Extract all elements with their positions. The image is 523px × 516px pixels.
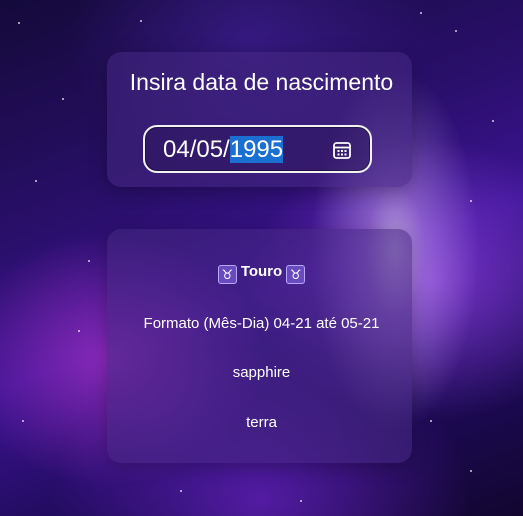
taurus-icon: ♉ <box>286 265 306 284</box>
zodiac-sign-name: Touro <box>240 263 283 280</box>
zodiac-element: terra <box>246 414 277 431</box>
zodiac-date-range: Formato (Mês-Dia) 04-21 até 05-21 <box>143 315 380 332</box>
zodiac-sign-heading: ♉ Touro ♉ <box>0 263 523 284</box>
taurus-icon: ♉ <box>217 265 237 284</box>
birthdate-value[interactable]: 04/05/1995 <box>163 136 284 164</box>
birthdate-value-selected-year: 1995 <box>229 136 284 163</box>
calendar-icon[interactable] <box>331 139 353 161</box>
birthdate-title: Insira data de nascimento <box>129 69 394 95</box>
birthdate-value-prefix: 04/05/ <box>163 136 230 163</box>
zodiac-stone: sapphire <box>232 364 291 381</box>
